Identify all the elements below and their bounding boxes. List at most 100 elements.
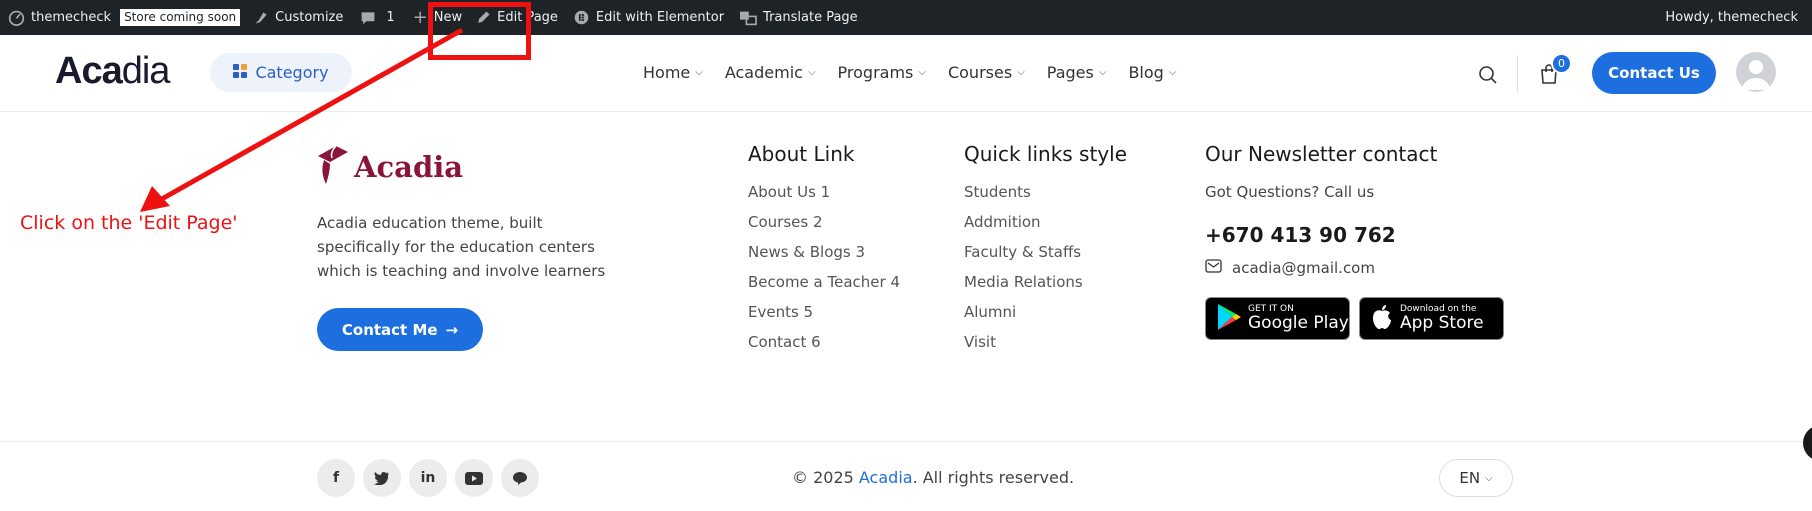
twitter-icon[interactable] [363, 459, 401, 497]
comment-icon [360, 10, 376, 26]
email-text: acadia@gmail.com [1232, 259, 1375, 277]
about-links-column: About Link About Us 1 Courses 2 News & B… [748, 142, 900, 363]
copyright-prefix: © 2025 [792, 468, 859, 487]
header-divider [1517, 55, 1518, 93]
dashboard-icon [8, 9, 25, 26]
copyright-suffix: . All rights reserved. [912, 468, 1075, 487]
phone-number[interactable]: +670 413 90 762 [1205, 223, 1504, 247]
chevron-down-icon: ⌵ [695, 67, 703, 78]
apple-icon [1370, 303, 1394, 335]
footer-logo[interactable]: Acadia [316, 142, 463, 192]
comments-link[interactable]: 1 [360, 0, 395, 35]
mail-icon [1205, 259, 1222, 277]
user-avatar[interactable] [1736, 52, 1776, 92]
youtube-icon[interactable] [455, 459, 493, 497]
edit-elementor-link[interactable]: Edit with Elementor [573, 0, 724, 35]
chevron-down-icon: ⌵ [1017, 67, 1025, 78]
site-menu[interactable]: themecheck [0, 0, 111, 35]
nav-label: Home [643, 63, 691, 82]
nav-item-home[interactable]: Home ⌵ [643, 63, 703, 82]
chevron-down-icon: ⌵ [1098, 67, 1107, 78]
newsletter-question: Got Questions? Call us [1205, 183, 1375, 201]
quick-link[interactable]: Faculty & Staffs [964, 243, 1127, 273]
nav-item-blog[interactable]: Blog ⌵ [1128, 63, 1176, 82]
language-label: EN [1459, 469, 1481, 487]
chevron-down-icon: ⌵ [918, 67, 926, 78]
about-link[interactable]: Courses 2 [748, 213, 900, 243]
quick-link[interactable]: Media Relations [964, 273, 1127, 303]
howdy-label: Howdy, themecheck [1665, 10, 1798, 25]
nav-item-programs[interactable]: Programs ⌵ [838, 63, 926, 82]
contact-us-button[interactable]: Contact Us [1592, 52, 1716, 94]
language-selector[interactable]: EN ⌵ [1439, 459, 1513, 497]
translate-page-label: Translate Page [763, 10, 858, 25]
customize-label: Customize [275, 10, 344, 25]
copyright-text: © 2025 Acadia. All rights reserved. [792, 468, 1074, 487]
google-play-label: Google Play [1248, 313, 1349, 333]
annotation-text: Click on the 'Edit Page' [20, 212, 238, 234]
quick-link[interactable]: Addmition [964, 213, 1127, 243]
search-icon[interactable] [1478, 65, 1498, 89]
store-badge: Store coming soon [119, 8, 242, 27]
floating-widget-button[interactable] [1803, 425, 1812, 461]
quick-link[interactable]: Alumni [964, 303, 1127, 333]
category-button[interactable]: Category [210, 53, 352, 92]
account-menu[interactable]: Howdy, themecheck [1665, 0, 1798, 35]
nav-label: Programs [837, 63, 914, 82]
footer-logo-text: Acadia [354, 150, 464, 184]
quick-links-title: Quick links style [964, 142, 1128, 166]
arrow-right-icon: → [445, 320, 459, 339]
newsletter-title: Our Newsletter contact [1205, 142, 1438, 166]
highlight-box [428, 2, 531, 60]
google-play-button[interactable]: GET IT ON Google Play [1205, 297, 1350, 340]
site-logo[interactable]: Acadia [55, 50, 171, 93]
quick-links-column: Quick links style Students Addmition Fac… [964, 142, 1127, 363]
footer-description: Acadia education theme, built specifical… [317, 214, 606, 280]
about-links-title: About Link [748, 142, 855, 166]
edit-elementor-label: Edit with Elementor [595, 10, 725, 25]
footer-divider [0, 441, 1812, 442]
nav-label: Academic [724, 63, 803, 82]
store-status[interactable]: Store coming soon [119, 0, 242, 35]
quick-link[interactable]: Visit [964, 333, 1127, 363]
nav-item-academic[interactable]: Academic ⌵ [725, 63, 816, 82]
brush-icon [253, 10, 269, 26]
about-link[interactable]: About Us 1 [748, 183, 900, 213]
chevron-down-icon: ⌵ [1485, 472, 1493, 484]
about-link[interactable]: Events 5 [748, 303, 900, 333]
app-store-label: App Store [1400, 313, 1484, 333]
chevron-down-icon: ⌵ [1168, 67, 1177, 78]
contact-me-label: Contact Me [341, 320, 438, 339]
plus-icon: + [412, 7, 428, 28]
main-nav: Home ⌵ Academic ⌵ Programs ⌵ Courses ⌵ Pages… [643, 63, 1176, 82]
customize-link[interactable]: Customize [253, 0, 343, 35]
copyright-brand-link[interactable]: Acadia [859, 468, 913, 487]
about-link[interactable]: Become a Teacher 4 [748, 273, 900, 303]
elementor-icon [573, 9, 590, 26]
nav-label: Pages [1046, 63, 1094, 82]
newsletter-column: Our Newsletter contact Got Questions? Ca… [1205, 142, 1504, 340]
social-links: f in [317, 459, 539, 497]
about-link[interactable]: News & Blogs 3 [748, 243, 900, 273]
logo-bold: Aca [55, 50, 123, 92]
site-name: themecheck [31, 10, 112, 25]
category-label: Category [255, 63, 329, 82]
email-link[interactable]: acadia@gmail.com [1205, 259, 1504, 277]
nav-item-pages[interactable]: Pages ⌵ [1047, 63, 1107, 82]
google-play-icon [1216, 303, 1242, 335]
translate-icon [739, 10, 757, 26]
about-link[interactable]: Contact 6 [748, 333, 900, 363]
chevron-down-icon: ⌵ [807, 67, 816, 78]
app-store-button[interactable]: Download on the App Store [1359, 297, 1504, 340]
quick-link[interactable]: Students [964, 183, 1127, 213]
wp-admin-bar: themecheck Store coming soon Customize 1… [0, 0, 1812, 35]
translate-page-link[interactable]: Translate Page [739, 0, 858, 35]
contact-me-button[interactable]: Contact Me → [317, 308, 483, 351]
logo-thin: dia [121, 50, 171, 92]
app-store-badges: GET IT ON Google Play Download on the App … [1205, 297, 1504, 340]
nav-label: Blog [1128, 63, 1164, 82]
line-icon[interactable] [501, 459, 539, 497]
facebook-icon[interactable]: f [317, 459, 355, 497]
linkedin-icon[interactable]: in [409, 459, 447, 497]
nav-item-courses[interactable]: Courses ⌵ [948, 63, 1025, 82]
